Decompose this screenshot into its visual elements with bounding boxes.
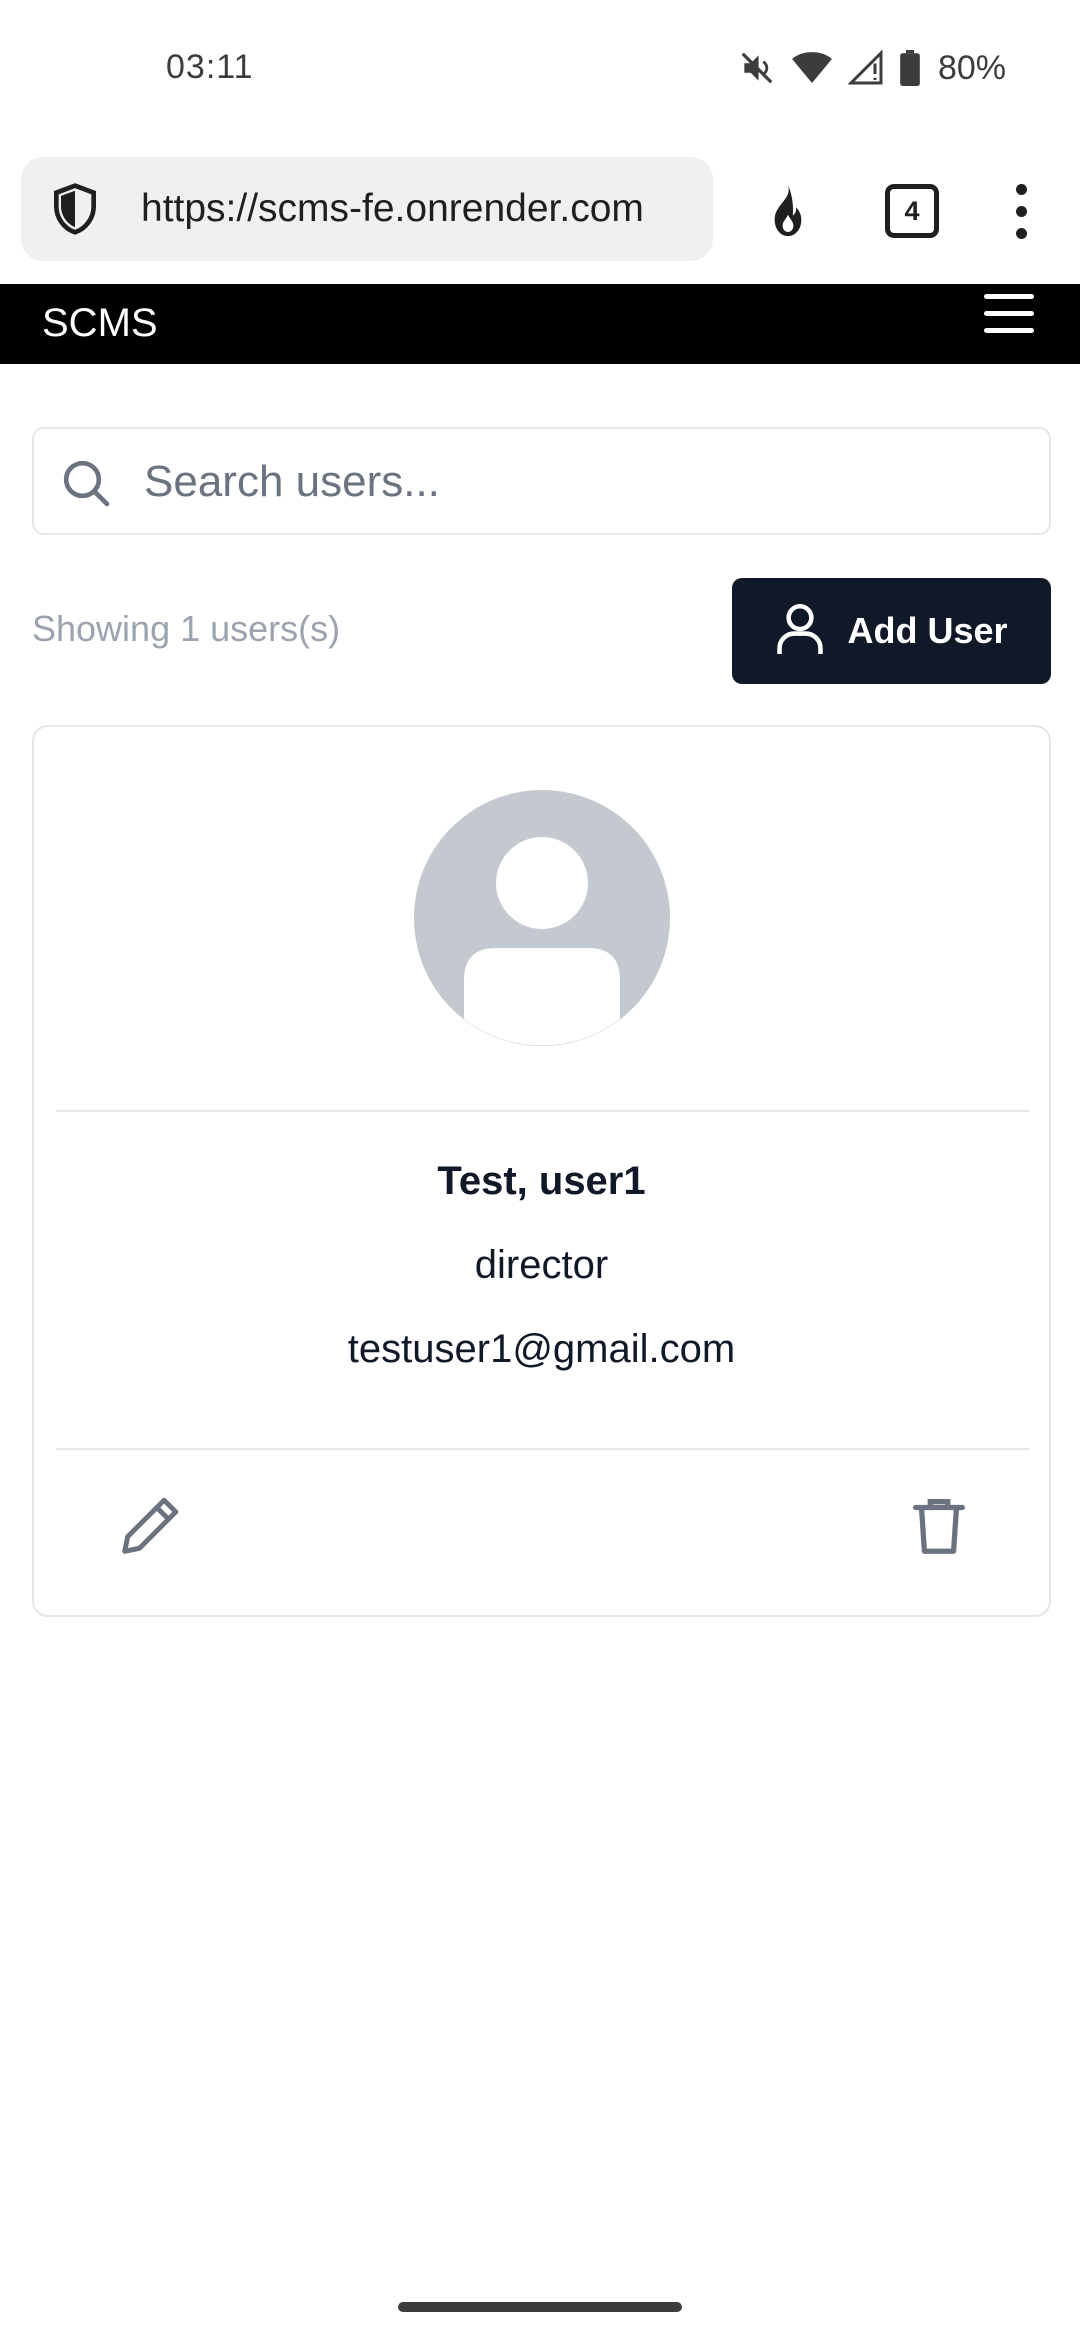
delete-user-button[interactable] xyxy=(904,1490,974,1560)
address-bar[interactable]: https://scms-fe.onrender.com xyxy=(21,157,713,261)
hamburger-menu-icon[interactable] xyxy=(984,294,1034,334)
pencil-icon xyxy=(122,1497,179,1554)
status-icons: 80% xyxy=(738,46,1006,90)
screen: 03:11 80% https://scms-fe.onrender.com 4… xyxy=(0,0,1080,2340)
user-name: Test, user1 xyxy=(437,1159,646,1203)
battery-icon xyxy=(900,50,920,86)
search-input[interactable] xyxy=(144,453,1024,511)
card-divider-top xyxy=(56,1110,1029,1112)
user-email: testuser1@gmail.com xyxy=(347,1327,736,1371)
mute-icon xyxy=(738,49,776,87)
edit-user-button[interactable] xyxy=(116,1490,186,1560)
add-user-button[interactable]: Add User xyxy=(732,578,1051,684)
battery-percent: 80% xyxy=(937,48,1006,87)
signal-icon xyxy=(847,50,884,86)
more-vert-icon[interactable] xyxy=(1006,184,1036,240)
search-icon xyxy=(58,455,114,511)
url-text[interactable]: https://scms-fe.onrender.com xyxy=(141,187,711,231)
trash-icon xyxy=(913,1499,965,1554)
avatar xyxy=(414,790,670,1046)
status-time: 03:11 xyxy=(166,48,254,86)
fire-icon[interactable] xyxy=(756,180,820,244)
user-icon xyxy=(775,601,825,662)
card-divider-bottom xyxy=(56,1448,1029,1450)
browser-toolbar: https://scms-fe.onrender.com 4 xyxy=(0,140,1080,284)
tabs-button[interactable]: 4 xyxy=(885,184,939,238)
brand-logo-text[interactable]: SCMS xyxy=(42,301,158,346)
home-indicator[interactable] xyxy=(398,2302,682,2312)
user-avatar-icon xyxy=(414,790,670,1046)
user-role: director xyxy=(474,1243,609,1287)
search-box[interactable] xyxy=(32,427,1051,535)
app-navbar: SCMS xyxy=(0,284,1080,364)
shield-icon[interactable] xyxy=(47,181,103,237)
status-bar: 03:11 80% xyxy=(0,0,1080,140)
add-user-label: Add User xyxy=(847,610,1008,651)
wifi-icon xyxy=(791,50,832,86)
user-count-text: Showing 1 users(s) xyxy=(32,608,341,649)
user-card: Test, user1 director testuser1@gmail.com xyxy=(32,725,1051,1617)
